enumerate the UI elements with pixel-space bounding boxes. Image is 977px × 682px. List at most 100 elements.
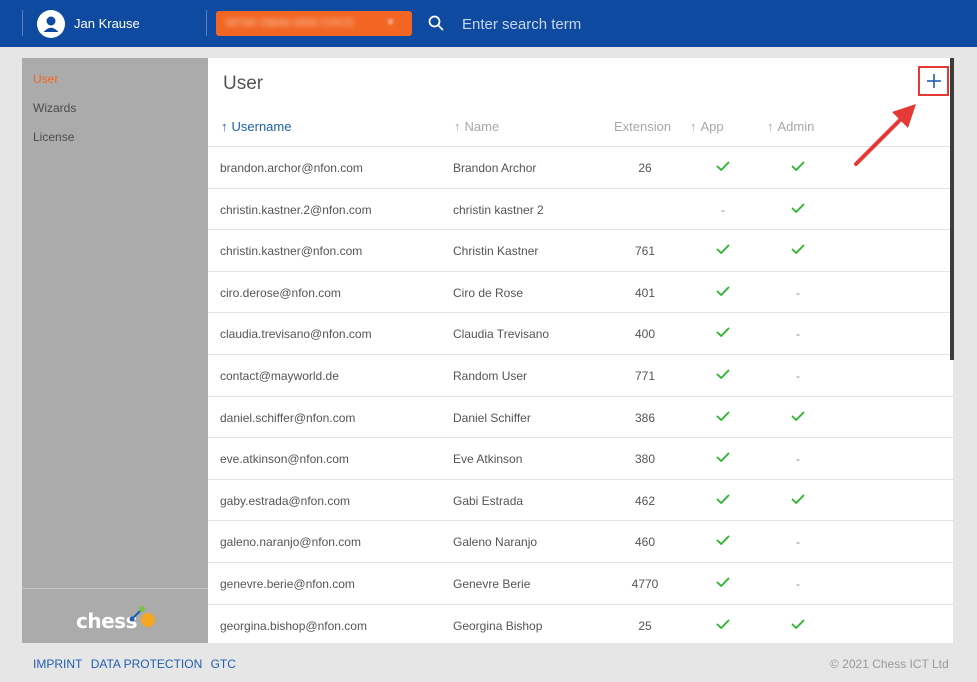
cell-app: [713, 494, 733, 508]
cell-name: Ciro de Rose: [453, 285, 524, 300]
column-label: App: [700, 119, 724, 134]
table-row[interactable]: christin.kastner.2@nfon.com christin kast…: [208, 187, 953, 230]
main-panel: User ↑ Username ↑ Name Extension ↑ App ↑ Adm…: [208, 58, 953, 643]
sidebar: User Wizards License chess: [22, 58, 208, 643]
cell-name: Eve Atkinson: [453, 452, 523, 467]
cell-username: christin.kastner@nfon.com: [220, 244, 363, 259]
table-row[interactable]: daniel.schiffer@nfon.com Daniel Schiffer 3…: [208, 395, 953, 438]
table-row[interactable]: georgina.bishop@nfon.com Georgina Bishop 2…: [208, 603, 953, 643]
table-row[interactable]: brandon.archor@nfon.com Brandon Archor 26: [208, 146, 953, 188]
column-header-admin[interactable]: ↑ Admin: [767, 119, 814, 134]
check-icon: [716, 577, 730, 591]
copyright: © 2021 Chess ICT Ltd: [830, 657, 949, 671]
cell-extension: 380: [634, 452, 656, 467]
cell-username: daniel.schiffer@nfon.com: [220, 410, 356, 425]
cell-app: [713, 327, 733, 341]
cell-username: georgina.bishop@nfon.com: [220, 618, 367, 633]
tenant-selector-button[interactable]: MYSK OM44 0000 COCO ▼: [216, 11, 412, 36]
arrow-up-icon: ↑: [690, 119, 697, 134]
cell-username: genevre.berie@nfon.com: [220, 577, 355, 591]
cell-admin: -: [788, 369, 808, 383]
check-icon: [716, 244, 730, 258]
column-header-extension[interactable]: Extension: [614, 119, 671, 134]
table-row[interactable]: contact@mayworld.de Random User 771 -: [208, 354, 953, 396]
dash-icon: -: [796, 327, 800, 342]
cell-name: Random User: [453, 369, 528, 383]
cell-name: Georgina Bishop: [453, 618, 543, 633]
footer-link-data-protection[interactable]: DATA PROTECTION: [91, 657, 203, 671]
sidebar-divider: [22, 588, 208, 589]
avatar[interactable]: [37, 10, 65, 38]
cell-username: contact@mayworld.de: [220, 369, 339, 383]
cell-admin: [788, 411, 808, 425]
table-row[interactable]: galeno.naranjo@nfon.com Galeno Naranjo 460…: [208, 520, 953, 562]
search-icon[interactable]: [428, 15, 444, 31]
column-label: Name: [464, 119, 500, 134]
check-icon: [791, 244, 805, 258]
cell-app: [713, 161, 733, 175]
cell-admin: -: [788, 452, 808, 466]
cell-admin: [788, 494, 808, 508]
cell-admin: -: [788, 327, 808, 341]
header-divider: [206, 10, 207, 36]
column-header-name[interactable]: ↑ Name: [454, 119, 499, 134]
tenant-label: MYSK OM44 0000 COCO: [226, 17, 354, 29]
cell-extension: 25: [638, 618, 652, 633]
cell-app: [713, 619, 733, 633]
cell-extension: 460: [634, 535, 656, 550]
cell-app: [713, 577, 733, 591]
cell-app: [713, 452, 733, 466]
cell-name: Brandon Archor: [453, 161, 537, 175]
check-icon: [716, 452, 730, 466]
dash-icon: -: [796, 577, 800, 591]
sidebar-item-license[interactable]: License: [33, 130, 74, 144]
check-icon: [791, 161, 805, 175]
add-user-button[interactable]: [918, 66, 949, 96]
arrow-up-icon: ↑: [454, 119, 461, 134]
sidebar-item-wizards[interactable]: Wizards: [33, 101, 76, 115]
column-header-username[interactable]: ↑ Username: [221, 119, 291, 134]
check-icon: [716, 369, 730, 383]
cell-admin: -: [788, 577, 808, 591]
cell-username: gaby.estrada@nfon.com: [220, 493, 351, 508]
table-row[interactable]: eve.atkinson@nfon.com Eve Atkinson 380 -: [208, 437, 953, 479]
column-header-app[interactable]: ↑ App: [690, 119, 724, 134]
cell-admin: [788, 244, 808, 258]
cell-username: claudia.trevisano@nfon.com: [220, 327, 372, 342]
cell-name: Christin Kastner: [453, 244, 539, 259]
footer-link-imprint[interactable]: IMPRINT: [33, 657, 82, 671]
cell-extension: 462: [634, 493, 656, 508]
user-icon: [43, 16, 59, 32]
table-row[interactable]: genevre.berie@nfon.com Genevre Berie 4770 -: [208, 562, 953, 604]
cell-extension: 386: [634, 410, 656, 425]
dash-icon: -: [796, 452, 800, 467]
sidebar-item-user[interactable]: User: [33, 72, 58, 86]
cell-username: ciro.derose@nfon.com: [220, 285, 341, 300]
cell-username: eve.atkinson@nfon.com: [220, 452, 349, 467]
table-row[interactable]: ciro.derose@nfon.com Ciro de Rose 401 -: [208, 270, 953, 313]
dash-icon: -: [796, 369, 800, 383]
footer-links: IMPRINT DATA PROTECTION GTC: [33, 657, 241, 671]
table-row[interactable]: claudia.trevisano@nfon.com Claudia Trevis…: [208, 312, 953, 354]
page-title: User: [223, 73, 264, 94]
cell-admin: [788, 161, 808, 175]
cell-name: Genevre Berie: [453, 577, 531, 591]
cell-name: Claudia Trevisano: [453, 327, 550, 342]
logo-mark-icon: [129, 606, 155, 627]
check-icon: [716, 161, 730, 175]
footer-link-gtc[interactable]: GTC: [211, 657, 236, 671]
cell-app: [713, 411, 733, 425]
table-row[interactable]: gaby.estrada@nfon.com Gabi Estrada 462: [208, 478, 953, 521]
cell-extension: 4770: [631, 577, 659, 591]
cell-app: [713, 535, 733, 549]
scrollbar[interactable]: [950, 58, 954, 360]
cell-app: [713, 244, 733, 258]
user-name[interactable]: Jan Krause: [74, 16, 140, 31]
check-icon: [716, 619, 730, 633]
table-row[interactable]: christin.kastner@nfon.com Christin Kastne…: [208, 229, 953, 271]
check-icon: [791, 411, 805, 425]
cell-app: [713, 286, 733, 300]
search-input[interactable]: [454, 12, 754, 36]
arrow-up-icon: ↑: [767, 119, 774, 134]
check-icon: [716, 327, 730, 341]
